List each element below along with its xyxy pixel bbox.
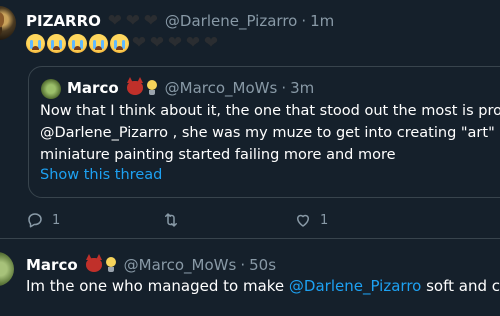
retweet-icon [165,213,177,227]
quoted-text-line: Now that I think about it, the one that … [40,103,500,119]
tweet-actions: 1 1 [26,208,500,232]
retweet-button[interactable] [162,208,188,232]
black-heart-icon: ❤ [149,33,165,53]
quoted-tweet-text: Now that I think about it, the one that … [40,100,500,166]
black-heart-icon: ❤ [185,33,201,53]
timestamp[interactable]: 1m [310,12,334,30]
black-heart-icon: ❤ [131,33,147,53]
tweet-header: Marco @Marco_MoWs · 50s [26,254,276,276]
avatar[interactable] [0,6,16,40]
quoted-tweet-card[interactable]: Marco @Marco_MoWs · 3m Now that I think … [28,66,500,198]
devil-face-icon [85,254,102,272]
crying-face-icon [89,34,108,53]
timestamp[interactable]: 50s [249,256,276,274]
time-separator: · [301,12,307,30]
like-button[interactable]: 1 [294,208,328,232]
crying-face-icon [26,34,45,53]
crying-face-icon [68,34,87,53]
tweet-text-part: soft and cry! [426,277,500,295]
like-count: 1 [320,212,329,228]
display-name[interactable]: PIZARRO [26,12,101,30]
name-emoji-group [126,77,157,96]
reply-button[interactable]: 1 [26,208,60,232]
black-heart-icon: ❤ [203,33,219,53]
handle[interactable]: @Darlene_Pizarro [165,12,297,30]
devil-face-icon [126,77,143,95]
black-heart-icon: ❤ [125,10,141,31]
mention-link[interactable]: @Darlene_Pizarro [289,277,421,295]
light-bulb-icon [105,257,116,273]
black-heart-icon: ❤ [107,10,123,31]
crying-face-icon [110,34,129,53]
name-emoji-group [85,254,116,273]
tweet[interactable]: PIZARRO ❤ ❤ ❤ @Darlene_Pizarro · 1m ❤ ❤ … [0,0,500,238]
tweet-text: ❤ ❤ ❤ ❤ ❤ [26,34,219,53]
black-heart-icon: ❤ [167,33,183,53]
avatar[interactable] [0,252,14,286]
reply-count: 1 [52,212,61,228]
heart-icon [297,214,309,227]
quoted-text-line: miniature painting started failing more … [40,147,396,163]
time-separator: · [281,79,287,97]
quoted-display-name[interactable]: Marco [67,79,119,97]
crying-face-icon [47,34,66,53]
quoted-timestamp[interactable]: 3m [290,79,314,97]
quoted-tweet-header: Marco @Marco_MoWs · 3m [67,77,314,99]
black-heart-icon: ❤ [143,10,159,31]
tweet-divider [0,238,500,239]
name-emoji-group: ❤ ❤ ❤ [107,10,159,31]
reply-icon [28,213,42,228]
time-separator: · [240,256,246,274]
show-thread-link[interactable]: Show this thread [40,167,162,183]
tweet-text-part: Im the one who managed to make [26,277,289,295]
tweet-header: PIZARRO ❤ ❤ ❤ @Darlene_Pizarro · 1m [26,10,334,32]
quoted-handle[interactable]: @Marco_MoWs [165,79,278,97]
light-bulb-icon [146,80,157,96]
tweet-text: Im the one who managed to make @Darlene_… [26,276,500,296]
quoted-text-line: @Darlene_Pizarro , she was my muze to ge… [40,125,500,141]
display-name[interactable]: Marco [26,256,78,274]
timeline: PIZARRO ❤ ❤ ❤ @Darlene_Pizarro · 1m ❤ ❤ … [0,0,500,316]
quoted-avatar[interactable] [41,79,61,99]
handle[interactable]: @Marco_MoWs [124,256,237,274]
